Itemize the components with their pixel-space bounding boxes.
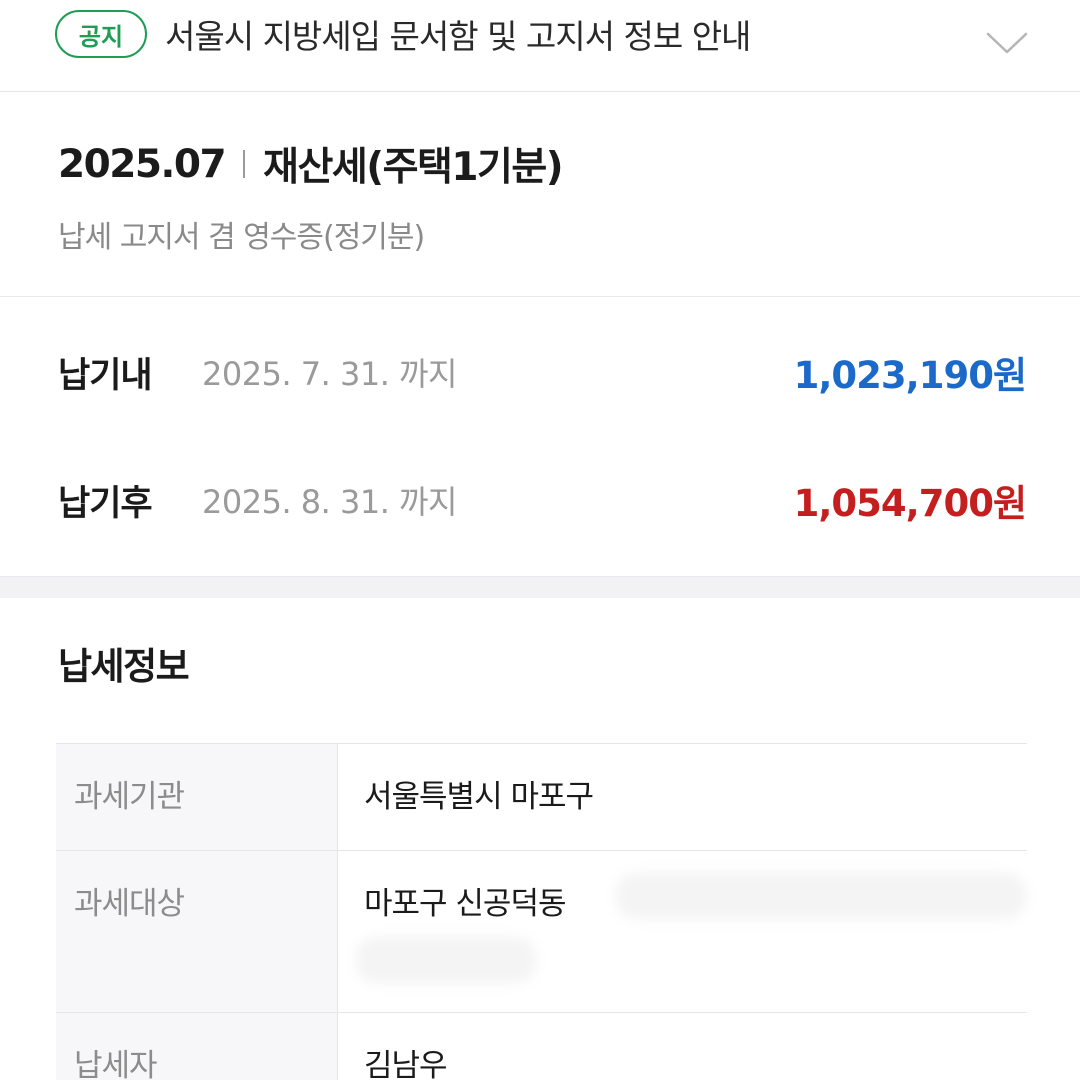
payment-label: 납기후 [58,483,153,524]
info-key: 과세대상 [56,851,338,1012]
notice-badge: 공지 [55,10,147,58]
payment-row-before-due: 납기내 2025. 7. 31. 까지 1,023,190원 [0,337,1080,407]
chevron-down-icon[interactable] [985,28,1029,58]
redacted-address [356,937,536,983]
table-row: 과세대상 마포구 신공덕동 [56,851,1027,1013]
payment-amount: 1,023,190원 [793,354,1027,397]
info-value: 서울특별시 마포구 [364,779,594,815]
payment-row-after-due: 납기후 2025. 8. 31. 까지 1,054,700원 [0,465,1080,535]
payment-amount: 1,054,700원 [793,482,1027,525]
info-value: 김남우 [364,1048,448,1080]
bill-title: 2025.07 재산세(주택1기분) [58,136,564,192]
bill-tax-name: 재산세(주택1기분) [263,145,563,190]
bill-header: 2025.07 재산세(주택1기분) 납세 고지서 겸 영수증(정기분) [0,92,1080,297]
table-row: 납세자 김남우 [56,1013,1027,1080]
info-value: 마포구 신공덕동 [364,886,566,922]
title-divider [243,150,246,178]
info-heading: 납세정보 [58,645,190,688]
info-key: 납세자 [56,1013,338,1080]
payment-label: 납기내 [58,355,153,396]
info-table: 과세기관 서울특별시 마포구 과세대상 마포구 신공덕동 납세자 김남우 [56,743,1027,1080]
redacted-address [616,873,1026,919]
payment-due-date: 2025. 8. 31. 까지 [202,483,457,521]
payment-due-date: 2025. 7. 31. 까지 [202,355,457,393]
table-row: 과세기관 서울특별시 마포구 [56,744,1027,851]
notice-bar[interactable]: 공지 서울시 지방세입 문서함 및 고지서 정보 안내 [0,0,1080,92]
section-divider [0,576,1080,598]
info-key: 과세기관 [56,744,338,850]
tax-bill-page: 공지 서울시 지방세입 문서함 및 고지서 정보 안내 2025.07 재산세(… [0,0,1080,1080]
bill-period: 2025.07 [58,141,227,187]
notice-title[interactable]: 서울시 지방세입 문서함 및 고지서 정보 안내 [165,10,751,58]
bill-subtitle: 납세 고지서 겸 영수증(정기분) [58,220,425,255]
